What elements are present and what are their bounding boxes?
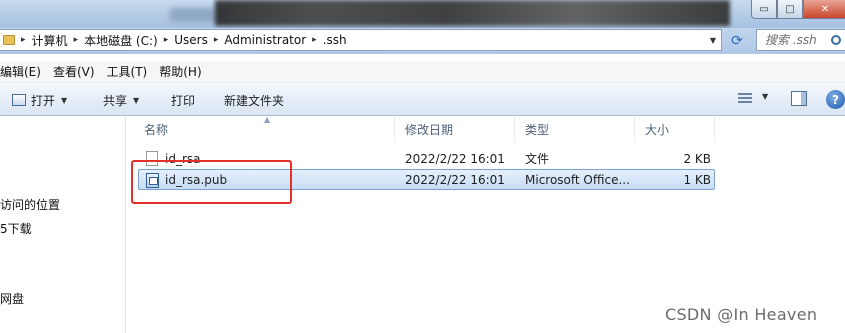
view-options-icon[interactable]	[738, 93, 752, 105]
new-folder-button[interactable]: 新建文件夹	[224, 90, 284, 110]
file-size: 1 KB	[683, 172, 711, 187]
highlight-annotation	[131, 160, 292, 204]
navigation-pane: 访问的位置 5下载 网盘	[0, 117, 126, 333]
chevron-down-icon[interactable]: ▼	[762, 92, 768, 101]
watermark: CSDN @In Heaven	[665, 305, 818, 324]
column-header: 名称 修改日期 类型 大小	[134, 117, 724, 141]
nav-item-recent-places[interactable]: 访问的位置	[0, 196, 60, 213]
column-type[interactable]: 类型	[515, 117, 635, 141]
search-input[interactable]	[765, 33, 829, 47]
file-type: Microsoft Office...	[525, 172, 630, 187]
file-modified: 2022/2/22 16:01	[405, 172, 505, 187]
address-dropdown-icon[interactable]: ▼	[705, 30, 721, 50]
column-name[interactable]: 名称	[134, 117, 395, 141]
title-bar: ▭ □ ✕	[0, 0, 845, 28]
menu-help[interactable]: 帮助(H)	[153, 61, 207, 82]
chevron-right-icon[interactable]: ▸	[306, 35, 323, 45]
file-modified: 2022/2/22 16:01	[405, 151, 505, 166]
chevron-down-icon[interactable]: ▼	[133, 96, 139, 105]
open-file-icon	[12, 94, 26, 106]
search-box[interactable]	[756, 29, 845, 51]
share-button[interactable]: 共享 ▼	[103, 90, 139, 110]
menu-tools[interactable]: 工具(T)	[101, 61, 154, 82]
close-button[interactable]: ✕	[803, 0, 845, 19]
column-modified[interactable]: 修改日期	[395, 117, 515, 141]
chevron-down-icon[interactable]: ▼	[61, 96, 67, 105]
share-label: 共享	[103, 93, 128, 108]
blurred-title	[215, 0, 730, 26]
folder-icon	[3, 35, 15, 45]
breadcrumb-drive-c[interactable]: 本地磁盘 (C:)	[84, 32, 158, 49]
menu-view[interactable]: 查看(V)	[47, 61, 101, 82]
help-icon[interactable]: ?	[826, 90, 845, 109]
breadcrumb-ssh[interactable]: .ssh	[323, 33, 347, 47]
open-button[interactable]: 打开 ▼	[12, 90, 67, 110]
new-folder-label: 新建文件夹	[224, 93, 285, 108]
menu-edit[interactable]: 编辑(E)	[0, 61, 47, 82]
column-size[interactable]: 大小	[635, 117, 715, 141]
minimize-button[interactable]: ▭	[751, 0, 777, 19]
search-icon[interactable]	[831, 35, 841, 45]
address-row: ▸ 计算机 ▸ 本地磁盘 (C:) ▸ Users ▸ Administrato…	[0, 28, 845, 54]
print-label: 打印	[171, 93, 196, 108]
address-bar[interactable]: ▸ 计算机 ▸ 本地磁盘 (C:) ▸ Users ▸ Administrato…	[0, 29, 722, 51]
chevron-right-icon[interactable]: ▸	[158, 35, 175, 45]
chevron-right-icon[interactable]: ▸	[208, 35, 225, 45]
breadcrumb-computer[interactable]: 计算机	[32, 32, 68, 49]
nav-item-netdisk[interactable]: 网盘	[0, 290, 24, 307]
chevron-right-icon[interactable]: ▸	[68, 35, 85, 45]
file-size: 2 KB	[683, 151, 711, 166]
nav-item-downloads[interactable]: 5下载	[0, 220, 32, 237]
print-button[interactable]: 打印	[171, 90, 195, 110]
window-controls: ▭ □ ✕	[751, 0, 845, 19]
breadcrumb-users[interactable]: Users	[174, 33, 208, 47]
breadcrumb-administrator[interactable]: Administrator	[224, 33, 306, 47]
maximize-button[interactable]: □	[777, 0, 803, 19]
menu-bar: 编辑(E) 查看(V) 工具(T) 帮助(H)	[0, 61, 845, 83]
open-label: 打开	[31, 93, 56, 108]
refresh-icon[interactable]: ⟳	[727, 31, 747, 50]
command-bar: 打开 ▼ 共享 ▼ 打印 新建文件夹 ▼ ?	[0, 84, 845, 116]
preview-pane-icon[interactable]	[791, 91, 807, 106]
chevron-right-icon[interactable]: ▸	[15, 35, 32, 45]
file-type: 文件	[525, 152, 550, 166]
